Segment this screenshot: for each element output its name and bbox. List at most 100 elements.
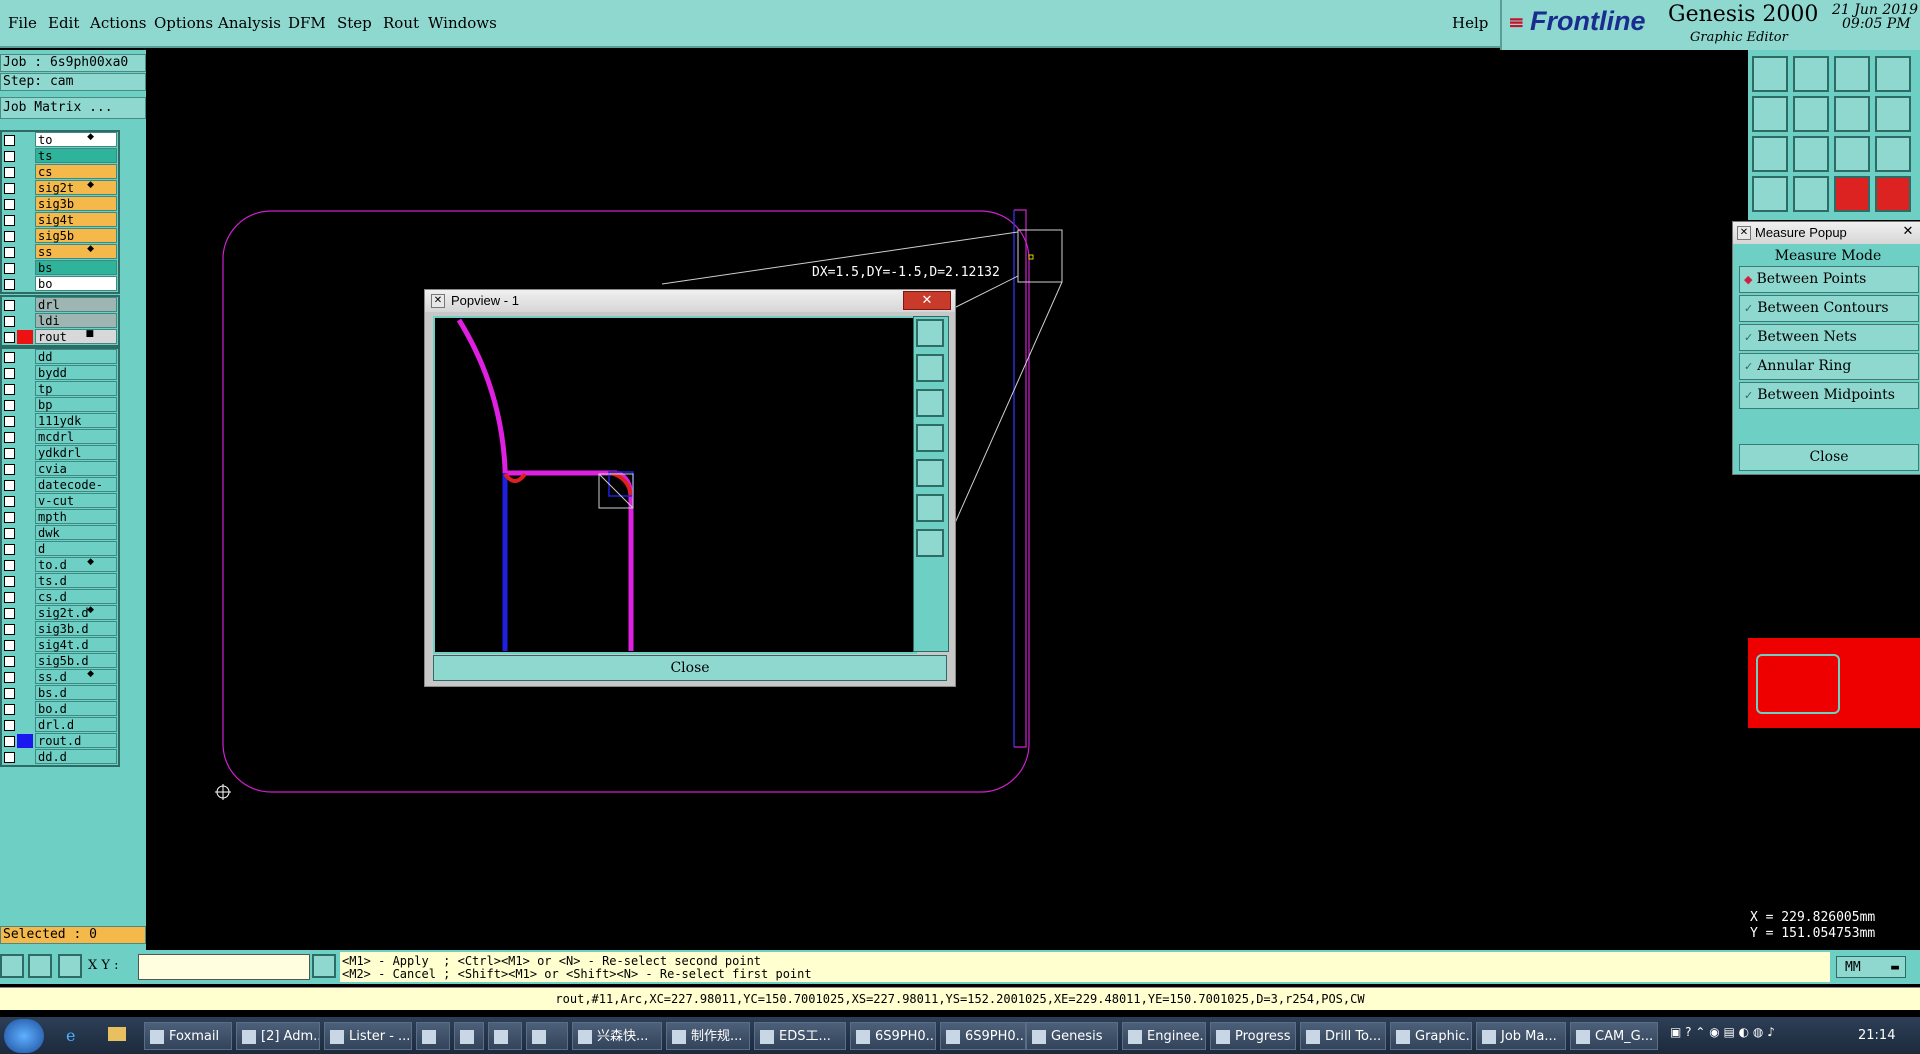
layer-row[interactable]: bydd xyxy=(2,365,118,381)
layer-checkbox[interactable] xyxy=(4,300,15,311)
layer-row[interactable]: mcdrl xyxy=(2,429,118,445)
layer-name[interactable]: sig5b.d xyxy=(35,653,117,668)
layer-color-swatch[interactable] xyxy=(17,277,33,291)
layer-name[interactable]: sig3b xyxy=(35,196,117,211)
layer-name[interactable]: v-cut xyxy=(35,493,117,508)
settings-icon[interactable] xyxy=(1752,176,1788,212)
taskbar-item[interactable]: Drill To... xyxy=(1300,1022,1386,1050)
taskbar-item[interactable]: Genesis xyxy=(1026,1022,1118,1050)
layer-row[interactable]: bs.d xyxy=(2,685,118,701)
taskbar-item[interactable]: Foxmail xyxy=(144,1022,232,1050)
layer-checkbox[interactable] xyxy=(4,608,15,619)
layer-name[interactable]: sig4t.d xyxy=(35,637,117,652)
layer-name[interactable]: to.d xyxy=(35,557,117,572)
arrow-left-icon[interactable] xyxy=(1752,96,1788,132)
layer-checkbox[interactable] xyxy=(4,151,15,162)
layer-name[interactable]: drl xyxy=(35,297,117,312)
home-icon[interactable] xyxy=(1834,56,1870,92)
scale-1-2-icon[interactable] xyxy=(1834,136,1870,172)
start-button-icon[interactable] xyxy=(4,1019,44,1053)
layer-checkbox[interactable] xyxy=(4,480,15,491)
fit-icon[interactable] xyxy=(1752,136,1788,172)
layer-color-swatch[interactable] xyxy=(17,542,33,556)
layer-row[interactable]: ss.d ◆ xyxy=(2,669,118,685)
menu-actions[interactable]: Actions xyxy=(90,14,146,32)
layer-name[interactable]: mcdrl xyxy=(35,429,117,444)
layer-name[interactable]: datecode-bo xyxy=(35,477,117,507)
menu-help[interactable]: Help xyxy=(1452,14,1488,32)
layer-checkbox[interactable] xyxy=(4,316,15,327)
measure-option[interactable]: ✓ Between Midpoints xyxy=(1739,382,1919,409)
pan-right-icon[interactable] xyxy=(916,459,944,487)
layer-name[interactable]: ts.d xyxy=(35,573,117,588)
layer-name[interactable]: ydkdrl xyxy=(35,445,117,460)
layer-row[interactable]: sig4t xyxy=(2,212,118,228)
layer-row[interactable]: bo xyxy=(2,276,118,292)
layer-name[interactable]: d xyxy=(35,541,117,556)
layer-color-swatch[interactable] xyxy=(17,734,33,748)
layer-checkbox[interactable] xyxy=(4,560,15,571)
layer-row[interactable]: rout ■ xyxy=(2,329,118,345)
layer-checkbox[interactable] xyxy=(4,656,15,667)
layer-checkbox[interactable] xyxy=(4,263,15,274)
menu-options[interactable]: Options xyxy=(154,14,213,32)
layers-icon[interactable] xyxy=(1834,176,1870,212)
layer-row[interactable]: to ◆ xyxy=(2,132,118,148)
taskbar-item[interactable]: EDS工... xyxy=(754,1022,846,1050)
layer-checkbox[interactable] xyxy=(4,592,15,603)
taskbar-item[interactable] xyxy=(526,1022,568,1050)
menu-windows[interactable]: Windows xyxy=(428,14,497,32)
layer-checkbox[interactable] xyxy=(4,704,15,715)
job-matrix-button[interactable]: Job Matrix ... xyxy=(0,97,146,119)
taskbar-item[interactable]: 制作规... xyxy=(666,1022,750,1050)
layer-name[interactable]: bydd xyxy=(35,365,117,380)
layer-checkbox[interactable] xyxy=(4,576,15,587)
layer-row[interactable]: sig5b.d xyxy=(2,653,118,669)
layer-color-swatch[interactable] xyxy=(17,638,33,652)
layer-name[interactable]: bo.d xyxy=(35,701,117,716)
menu-step[interactable]: Step xyxy=(337,14,372,32)
layer-name[interactable]: ldi xyxy=(35,313,117,328)
layer-name[interactable]: ss.d xyxy=(35,669,117,684)
window-icon[interactable] xyxy=(1875,56,1911,92)
layer-color-swatch[interactable] xyxy=(17,654,33,668)
layer-checkbox[interactable] xyxy=(4,512,15,523)
layer-color-swatch[interactable] xyxy=(17,702,33,716)
info-icon[interactable] xyxy=(312,954,336,978)
popview-canvas[interactable] xyxy=(433,316,917,654)
taskbar-item[interactable] xyxy=(488,1022,522,1050)
measure-option[interactable]: ✓ Between Nets xyxy=(1739,324,1919,351)
layer-checkbox[interactable] xyxy=(4,672,15,683)
layer-row[interactable]: ts.d xyxy=(2,573,118,589)
layer-name[interactable]: cs xyxy=(35,164,117,179)
layer-row[interactable]: sig5b xyxy=(2,228,118,244)
layer-checkbox[interactable] xyxy=(4,640,15,651)
layer-name[interactable]: sig3b.d xyxy=(35,621,117,636)
close-icon[interactable]: ✕ xyxy=(1899,224,1917,240)
layer-color-swatch[interactable] xyxy=(17,165,33,179)
layer-checkbox[interactable] xyxy=(4,279,15,290)
taskbar-item[interactable]: Enginee... xyxy=(1122,1022,1206,1050)
taskbar-item[interactable] xyxy=(454,1022,484,1050)
layer-color-swatch[interactable] xyxy=(17,446,33,460)
layer-row[interactable]: cs xyxy=(2,164,118,180)
menu-dfm[interactable]: DFM xyxy=(288,14,326,32)
layer-row[interactable]: dd xyxy=(2,349,118,365)
layer-color-swatch[interactable] xyxy=(17,261,33,275)
layer-color-swatch[interactable] xyxy=(17,718,33,732)
layer-row[interactable]: cvia xyxy=(2,461,118,477)
layer-checkbox[interactable] xyxy=(4,352,15,363)
layer-checkbox[interactable] xyxy=(4,736,15,747)
layer-row[interactable]: sig3b xyxy=(2,196,118,212)
layer-checkbox[interactable] xyxy=(4,332,15,343)
xy-input[interactable] xyxy=(138,954,310,980)
measure-close-button[interactable]: Close xyxy=(1739,444,1919,471)
layer-color-swatch[interactable] xyxy=(17,414,33,428)
s-curve-icon[interactable] xyxy=(1875,96,1911,132)
taskbar-item[interactable]: [2] Adm... xyxy=(236,1022,320,1050)
layer-name[interactable]: sig5b xyxy=(35,228,117,243)
layer-color-swatch[interactable] xyxy=(17,382,33,396)
layer-name[interactable]: sig4t xyxy=(35,212,117,227)
layer-row[interactable]: v-cut xyxy=(2,493,118,509)
layer-name[interactable]: drl.d xyxy=(35,717,117,732)
